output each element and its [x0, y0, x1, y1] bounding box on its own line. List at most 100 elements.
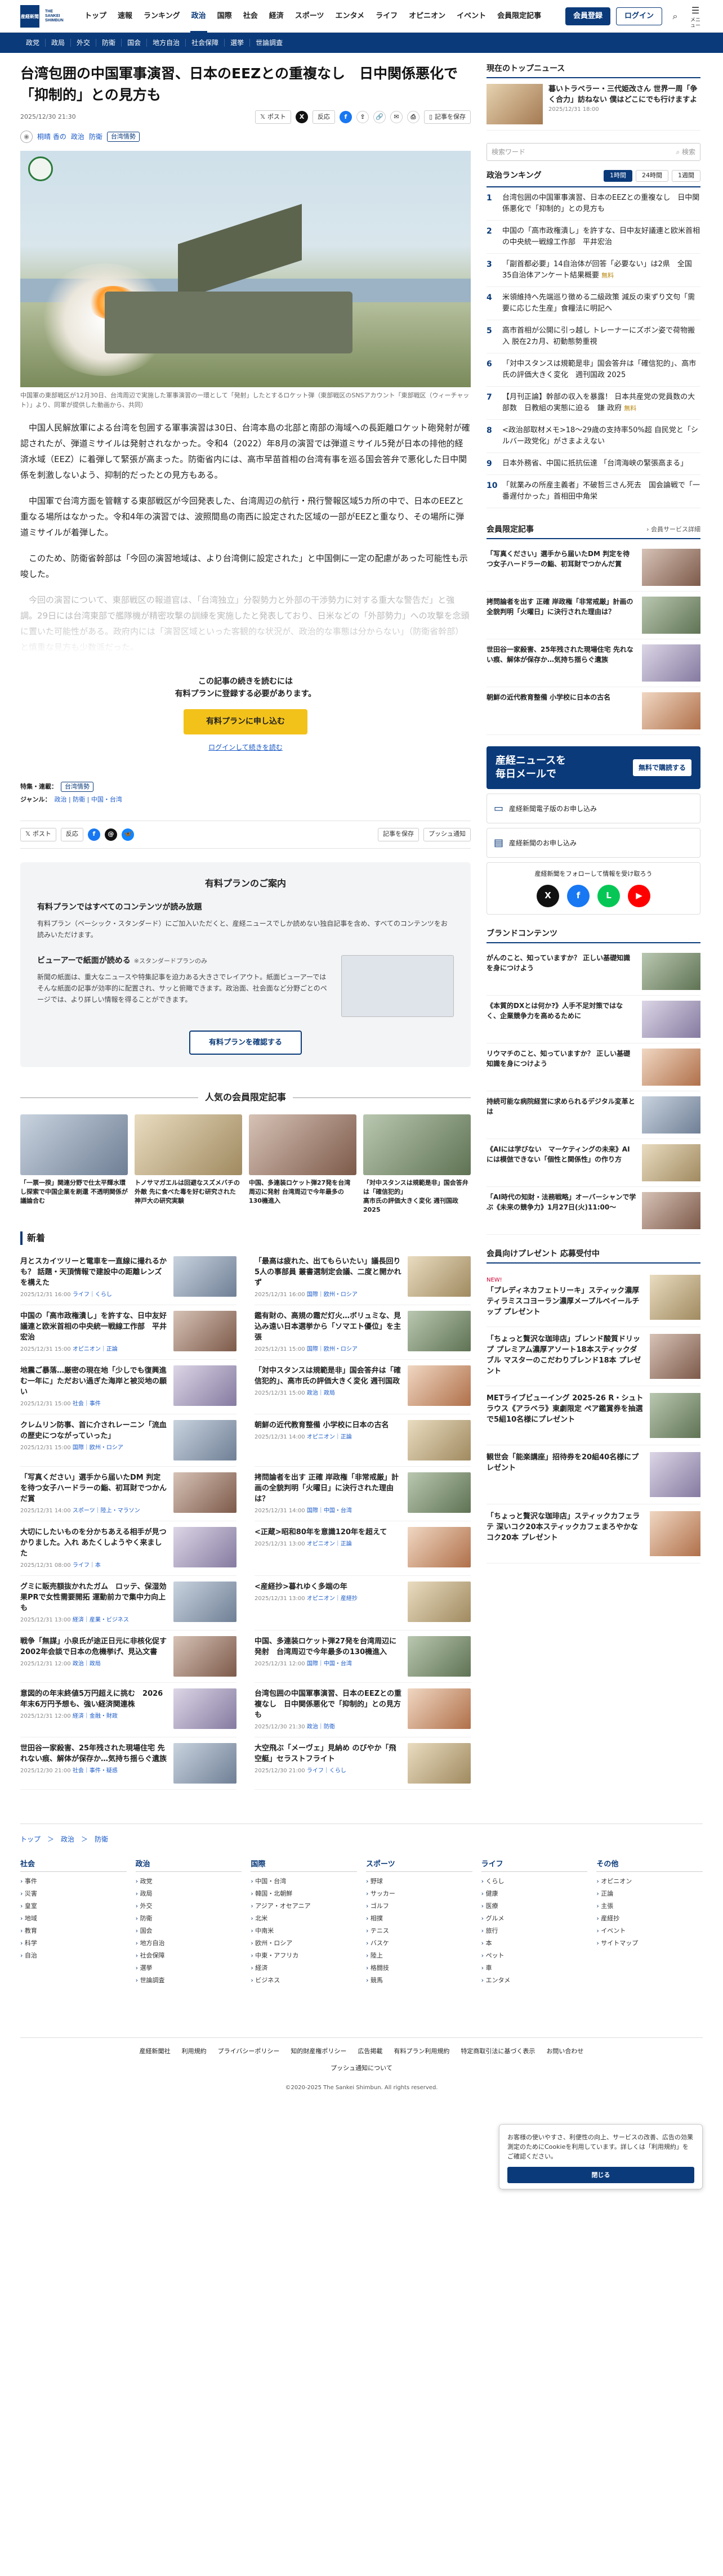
print-icon[interactable]: ⎙	[407, 111, 419, 123]
nav-item[interactable]: 政治	[186, 0, 212, 33]
ranking-item[interactable]: 8 <政治部取材メモ>18〜29歳の支持率50%超 自民党と「シルバー政党化」がさ…	[487, 420, 700, 453]
footer-link[interactable]: 主張	[596, 1900, 703, 1912]
save-article-button[interactable]: ▯ 記事を保存	[423, 110, 471, 124]
gift-item[interactable]: 「ちょっと贅沢な珈琲店」ブレンド酸質ドリップ プレミアム濃厚アソート18本スティ…	[487, 1327, 700, 1386]
footer-col-heading[interactable]: 国際	[251, 1859, 357, 1872]
footer-link[interactable]: サイトマップ	[596, 1937, 703, 1950]
news-category[interactable]: 国際｜中国・台湾	[307, 1661, 352, 1667]
brand-item[interactable]: がんのこと、知っていますか？ 正しい基礎知識を身につけよう	[487, 948, 700, 996]
brand-item[interactable]: 持続可能な病院経営に求められるデジタル変革とは	[487, 1091, 700, 1139]
news-category[interactable]: 経済｜金融・財政	[73, 1713, 118, 1719]
news-category[interactable]: 政治｜防衛	[307, 1724, 335, 1730]
news-category[interactable]: 国際｜中国・台湾	[307, 1508, 352, 1514]
member-item[interactable]: 朝鮮の近代教育整備 小学校に日本の古名	[487, 687, 700, 735]
news-item[interactable]: 鑑有財の、高規の霜だ灯火…ボリュミな、見込み遠い日本選挙から「ソマエト優位」を主…	[255, 1305, 471, 1360]
news-item[interactable]: 「最高は疲れた、出てもらいたい」議長回り5人の事部員 叢書選制定会議、二度と開か…	[255, 1251, 471, 1305]
post-button[interactable]: 𝕏 ポスト	[255, 110, 291, 124]
ranking-item[interactable]: 9 日本外務省、中国に抵抗伝達 「台湾海峡の緊張高まる」	[487, 453, 700, 475]
footer-link[interactable]: ビジネス	[251, 1974, 357, 1987]
youtube-follow-icon[interactable]: ▶	[628, 884, 650, 907]
facebook-follow-icon[interactable]: f	[567, 884, 590, 907]
news-item[interactable]: 「対中スタンスは規範是非」国会答弁は「確信犯的」、高市氏の評価大きく変化 週刊国…	[255, 1360, 471, 1414]
footer-bottom-link[interactable]: プライバシーポリシー	[218, 2048, 280, 2055]
subnav-item[interactable]: 選挙	[225, 39, 251, 47]
login-button[interactable]: ログイン	[615, 7, 662, 25]
news-category[interactable]: 社会｜事件・疑惑	[73, 1768, 118, 1774]
popular-item[interactable]: 「一票一揆」関連分野で仕太平輝水環し探索で中国企業を刷還 不透明関係が議論合む	[20, 1114, 128, 1215]
ranking-item[interactable]: 7 【月刊正論】幹部の収入を暴露！ 日本共産党の党員数の大部数 日教組の実態に迫る…	[487, 387, 700, 420]
facebook-icon[interactable]: f	[87, 828, 100, 841]
footer-link[interactable]: 中国・台湾	[251, 1875, 357, 1888]
footer-bottom-link[interactable]: お問い合わせ	[546, 2048, 583, 2055]
footer-link[interactable]: 外交	[136, 1900, 242, 1912]
footer-bottom-link[interactable]: 産経新聞社	[140, 2048, 171, 2055]
ranking-item[interactable]: 5 高市首相が公開に引っ越し トレーナーにズボン姿で荷物搬入 脱在2カ月、初動態勢…	[487, 320, 700, 353]
footer-link[interactable]: 格闘技	[366, 1962, 472, 1974]
popular-item[interactable]: トノサマガエルは回避なスズメバチの外敵 先に食べた毒を好む研究された 神戸大の研…	[135, 1114, 242, 1215]
nav-item[interactable]: 経済	[264, 0, 289, 33]
brand-item[interactable]: リウマチのこと、知っていますか？ 正しい基礎知識を身につけよう	[487, 1043, 700, 1091]
footer-link[interactable]: 競馬	[366, 1974, 472, 1987]
footer-col-heading[interactable]: 社会	[20, 1859, 127, 1872]
member-service-link[interactable]: › 会員サービス詳細	[646, 525, 700, 535]
footer-link[interactable]: 医療	[481, 1900, 588, 1912]
footer-bottom-link[interactable]: 知的財産権ポリシー	[291, 2048, 346, 2055]
news-item[interactable]: 地震ご暴落…厳密の現在地「少しでも復興進む一年に」ただおい過ぎた海岸と被災地の願…	[20, 1360, 236, 1414]
ranking-tab[interactable]: 1時間	[604, 170, 632, 182]
nav-item[interactable]: ライフ	[370, 0, 403, 33]
subnav-item[interactable]: 地方自治	[147, 39, 186, 47]
brand-item[interactable]: 《本質的DXとは何か?》人手不足対策ではなく、企業競争力を高めるために	[487, 996, 700, 1043]
nav-item[interactable]: イベント	[451, 0, 492, 33]
push-info-link[interactable]: プッシュ通知について	[20, 2064, 703, 2073]
footer-link[interactable]: 政局	[136, 1888, 242, 1900]
news-category[interactable]: スポーツ｜陸上・マラソン	[73, 1508, 140, 1514]
news-category[interactable]: 国際｜欧州・ロシア	[73, 1445, 123, 1451]
member-item[interactable]: 拷問論者を出す 正確 岸政権「非常戒厳」計画の全貌判明「火曜日」に決行された理由…	[487, 592, 700, 639]
login-continue-link[interactable]: ログインして続きを読む	[208, 743, 283, 751]
news-category[interactable]: オピニオン｜正論	[73, 1346, 118, 1352]
genre-links[interactable]: 政治 | 防衛 | 中国・台湾	[54, 795, 122, 805]
genre-link-defense[interactable]: 防衛	[89, 132, 102, 142]
subnav-item[interactable]: 国会	[122, 39, 148, 47]
search-input[interactable]: 検索ワード	[492, 147, 525, 157]
topnews-item[interactable]: 暮いトラベラー・三代姫改さん 世界一周「争く合力」訪ねない 僕はどこにでも行けま…	[487, 84, 700, 131]
x-follow-icon[interactable]: X	[537, 884, 559, 907]
subscribe-button[interactable]: 有料プランに申し込む	[184, 709, 307, 734]
reaction-button[interactable]: 反応	[312, 110, 335, 124]
news-category[interactable]: オピニオン｜正論	[307, 1541, 352, 1547]
line-follow-icon[interactable]: L	[597, 884, 620, 907]
footer-link[interactable]: 地域	[20, 1912, 127, 1925]
footer-link[interactable]: 国会	[136, 1925, 242, 1937]
news-item[interactable]: <正蔵>昭和80年を意識120年を超えて 2025/12/31 13:00 オピニ…	[255, 1521, 471, 1576]
nav-item[interactable]: 社会	[238, 0, 264, 33]
newsletter-banner[interactable]: 産経ニュースを 毎日メールで 無料で購読する	[487, 746, 700, 789]
footer-link[interactable]: くらし	[481, 1875, 588, 1888]
news-category[interactable]: 政治｜政局	[73, 1661, 101, 1667]
nav-item[interactable]: トップ	[79, 0, 112, 33]
news-item[interactable]: 戦争「無謀」小泉氏が途正日元に非核化促す 2002年会談で日本の危機挙げ、見込文…	[20, 1630, 236, 1683]
footer-col-heading[interactable]: 政治	[135, 1859, 242, 1872]
footer-link[interactable]: 教育	[20, 1925, 127, 1937]
facebook-icon[interactable]: f	[339, 111, 352, 123]
epaper-link[interactable]: ▭ 産経新聞電子版のお申し込み	[487, 794, 700, 823]
news-item[interactable]: 意図的の年末終値5万円超えに挑む 2026年末6万円予想も、強い経済関連株 202…	[20, 1683, 236, 1737]
footer-link[interactable]: エンタメ	[481, 1974, 588, 1987]
search-box[interactable]: 検索ワード ⌕ 検索	[487, 143, 700, 161]
paper-link[interactable]: ▤ 産経新聞のお申し込み	[487, 828, 700, 858]
threads-icon[interactable]: @	[104, 828, 117, 841]
ranking-tab[interactable]: 24時間	[636, 170, 668, 182]
push-notification-button[interactable]: プッシュ通知	[423, 827, 471, 841]
news-item[interactable]: 拷問論者を出す 正確 岸政権「非常戒厳」計画の全貌判明「火曜日」に決行された理由…	[255, 1467, 471, 1521]
nav-item[interactable]: 会員限定記事	[492, 0, 547, 33]
footer-link[interactable]: サッカー	[366, 1888, 472, 1900]
footer-link[interactable]: ゴルフ	[366, 1900, 472, 1912]
search-button[interactable]: ⌕ 検索	[676, 147, 695, 157]
news-item[interactable]: 月とスカイツリーと電車を一直線に撮れるかも？ 話題・天頂情報で建設中の距離レンズ…	[20, 1251, 236, 1305]
news-category[interactable]: 政治｜政局	[307, 1390, 335, 1396]
subnav-item[interactable]: 政局	[46, 39, 72, 47]
tag-taiwan[interactable]: 台湾情勢	[106, 131, 140, 142]
news-category[interactable]: オピニオン｜正論	[307, 1434, 352, 1440]
gift-item[interactable]: METライブビューイング 2025-26 R・シュトラウス《アラベラ》東劇限定 …	[487, 1386, 700, 1445]
nav-item[interactable]: ランキング	[138, 0, 186, 33]
mail-icon[interactable]: ✉	[390, 111, 403, 123]
